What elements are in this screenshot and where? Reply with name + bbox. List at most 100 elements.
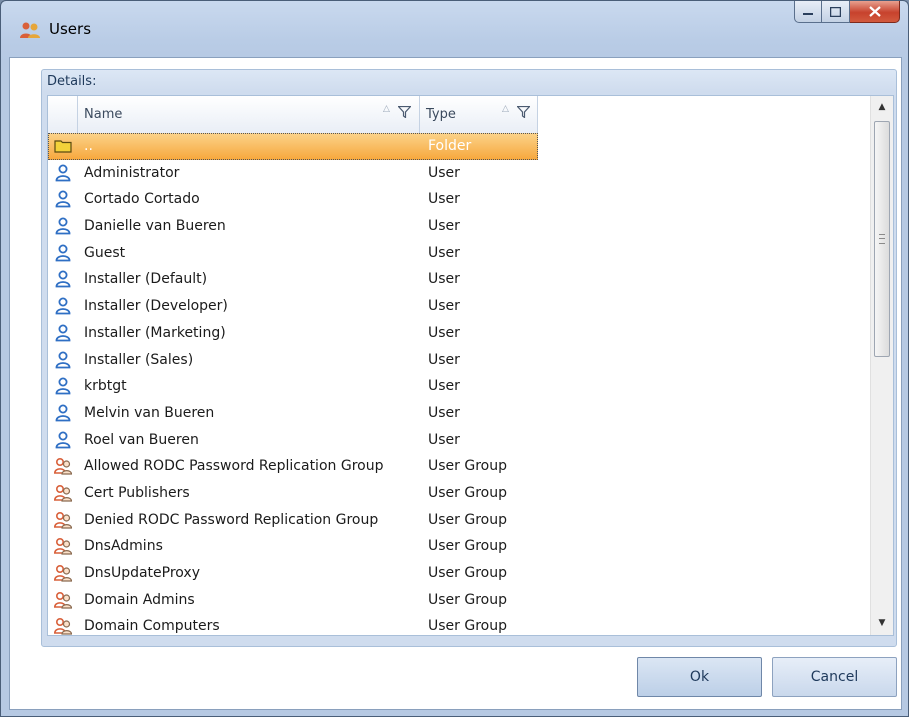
table-row[interactable]: Denied RODC Password Replication Group Us… (48, 507, 538, 534)
table-row[interactable]: Installer (Developer) User (48, 293, 538, 320)
row-type: User Group (428, 618, 507, 635)
table-row[interactable]: .. Folder (48, 133, 538, 160)
table-row[interactable]: krbtgt User (48, 373, 538, 400)
cancel-button[interactable]: Cancel (772, 657, 897, 697)
user-group-icon (53, 484, 73, 502)
user-group-icon (53, 564, 73, 582)
row-type: User (428, 164, 460, 181)
user-icon (54, 324, 72, 342)
row-type: Folder (428, 138, 472, 154)
user-icon (54, 404, 72, 422)
filter-icon[interactable] (517, 106, 530, 118)
table-row[interactable]: Cortado Cortado User (48, 186, 538, 213)
table-row[interactable]: Installer (Sales) User (48, 347, 538, 374)
row-name: Danielle van Bueren (84, 218, 226, 235)
row-type: User (428, 378, 460, 395)
maximize-button[interactable] (822, 1, 850, 23)
filter-icon[interactable] (398, 106, 411, 118)
row-type: User Group (428, 458, 507, 475)
chevron-down-icon: ▼ (878, 618, 886, 628)
maximize-icon (830, 6, 841, 17)
scroll-down-button[interactable]: ▼ (871, 614, 893, 632)
close-icon (868, 6, 881, 17)
user-icon (54, 270, 72, 288)
grid-rows: .. Folder Administrator User Cortado Cortado… (48, 133, 538, 635)
column-header-type[interactable]: Type △ (420, 96, 538, 133)
close-button[interactable] (850, 1, 900, 23)
table-row[interactable]: Melvin van Bueren User (48, 400, 538, 427)
table-row[interactable]: Administrator User (48, 160, 538, 187)
grid-header: Name △ Type △ (48, 96, 538, 134)
folder-icon (54, 137, 72, 155)
table-row[interactable]: Domain Admins User Group (48, 587, 538, 614)
grip-icon (879, 234, 885, 244)
title-bar[interactable]: Users (1, 1, 908, 57)
row-name: Installer (Marketing) (84, 324, 226, 341)
user-icon (54, 217, 72, 235)
row-name: Allowed RODC Password Replication Group (84, 458, 384, 475)
window-title: Users (49, 20, 92, 38)
user-group-icon (53, 457, 73, 475)
row-name: Installer (Default) (84, 271, 208, 288)
users-icon (20, 22, 40, 38)
row-name: Administrator (84, 164, 180, 181)
row-name: Installer (Developer) (84, 298, 228, 315)
dialog-client-area: Details: Name △ Type △ .. Folder Adminis… (9, 57, 902, 710)
row-type: User (428, 431, 460, 448)
table-row[interactable]: Installer (Marketing) User (48, 320, 538, 347)
sort-indicator-icon: △ (502, 104, 509, 114)
row-type: User (428, 404, 460, 421)
column-header-name[interactable]: Name △ (78, 96, 420, 133)
row-type: User (428, 191, 460, 208)
row-name: Melvin van Bueren (84, 404, 215, 421)
table-row[interactable]: Cert Publishers User Group (48, 480, 538, 507)
row-type: User (428, 324, 460, 341)
row-type: User Group (428, 565, 507, 581)
vertical-scrollbar[interactable]: ▲ ▼ (870, 96, 893, 635)
row-type: User (428, 351, 460, 368)
row-type: User (428, 244, 460, 261)
user-group-icon (53, 591, 73, 609)
details-label: Details: (47, 74, 97, 89)
row-name: Cert Publishers (84, 484, 190, 501)
table-row[interactable]: Guest User (48, 240, 538, 267)
users-dialog: Users Details: Name △ Type △ .. Folder A… (0, 0, 909, 717)
row-type: User Group (428, 591, 507, 608)
chevron-up-icon: ▲ (878, 102, 886, 112)
row-name: krbtgt (84, 378, 127, 395)
user-icon (54, 377, 72, 395)
column-header-name-label: Name (84, 107, 123, 122)
row-indicator-header (48, 96, 78, 133)
details-grid[interactable]: Name △ Type △ .. Folder Administrator User C… (47, 95, 894, 636)
scrollbar-thumb[interactable] (874, 121, 890, 357)
user-group-icon (53, 617, 73, 635)
table-row[interactable]: Danielle van Bueren User (48, 213, 538, 240)
column-header-type-label: Type (426, 107, 456, 122)
table-row[interactable]: Domain Computers User Group (48, 613, 538, 635)
row-type: User Group (428, 511, 507, 528)
row-name: Domain Computers (84, 618, 220, 635)
row-type: User (428, 271, 460, 288)
row-name: Roel van Bueren (84, 431, 199, 448)
row-name: Guest (84, 244, 126, 261)
table-row[interactable]: DnsAdmins User Group (48, 533, 538, 560)
row-type: User Group (428, 484, 507, 501)
minimize-button[interactable] (794, 1, 822, 23)
user-icon (54, 190, 72, 208)
table-row[interactable]: Roel van Bueren User (48, 427, 538, 454)
table-row[interactable]: Allowed RODC Password Replication Group U… (48, 453, 538, 480)
user-group-icon (53, 537, 73, 555)
table-row[interactable]: Installer (Default) User (48, 266, 538, 293)
minimize-icon (803, 12, 813, 15)
row-type: User (428, 298, 460, 315)
row-name: Domain Admins (84, 591, 195, 608)
row-name: Cortado Cortado (84, 191, 200, 208)
table-row[interactable]: DnsUpdateProxy User Group (48, 560, 538, 587)
user-icon (54, 297, 72, 315)
user-icon (54, 351, 72, 369)
user-icon (54, 164, 72, 182)
user-icon (54, 431, 72, 449)
ok-button[interactable]: Ok (637, 657, 762, 697)
row-name: .. (84, 138, 93, 154)
scroll-up-button[interactable]: ▲ (871, 98, 893, 116)
